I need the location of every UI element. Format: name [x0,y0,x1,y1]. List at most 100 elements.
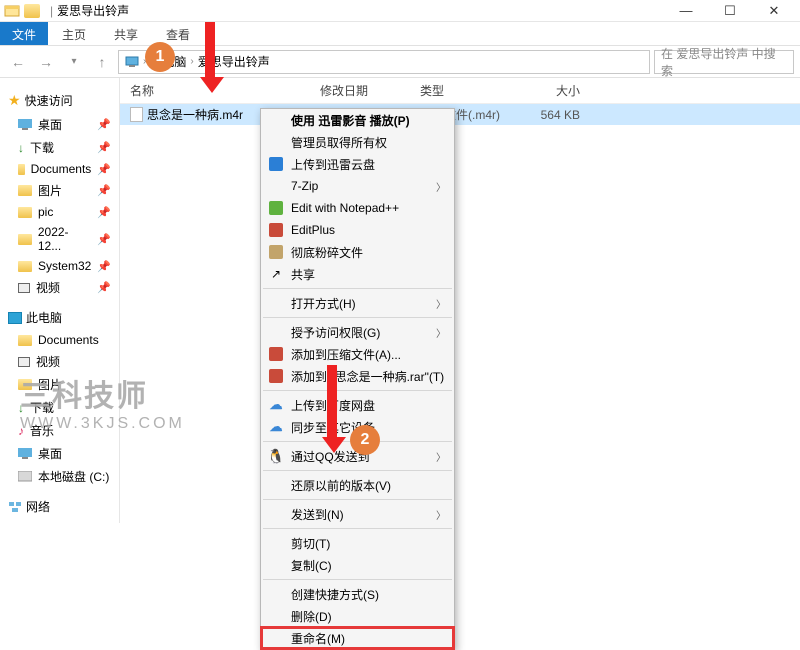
sidebar-pc-item[interactable]: 视频 [4,350,115,373]
context-menu-item[interactable]: ↗ 共享 [261,263,454,285]
context-menu-item[interactable]: 发送到(N) 〉 [261,503,454,525]
context-menu-item[interactable]: 打开方式(H) 〉 [261,292,454,314]
context-menu-item[interactable]: ☁ 上传到百度网盘 [261,394,454,416]
submenu-arrow-icon: 〉 [436,296,446,311]
notepadpp-icon [269,201,283,215]
submenu-arrow-icon: 〉 [436,449,446,464]
ribbon-file-tab[interactable]: 文件 [0,22,48,45]
folder-icon [18,207,32,218]
pc-icon [8,312,22,324]
ribbon: 文件 主页 共享 查看 [0,22,800,46]
pin-icon: 📌 [97,260,111,273]
nav-forward-button[interactable]: → [34,50,58,74]
context-menu-item[interactable]: 删除(D) [261,605,454,627]
sidebar-quick-item[interactable]: pic📌 [4,202,115,222]
context-menu-item[interactable]: 复制(C) [261,554,454,576]
ribbon-tab-home[interactable]: 主页 [48,22,100,45]
window-titlebar: | 爱思导出铃声 — ☐ ✕ [0,0,800,22]
sidebar-quick-item[interactable]: 2022-12...📌 [4,222,115,256]
pin-icon: 📌 [97,281,111,294]
folder-icon [18,185,32,196]
submenu-arrow-icon: 〉 [436,325,446,340]
nav-back-button[interactable]: ← [6,50,30,74]
context-menu-item[interactable]: 创建快捷方式(S) [261,583,454,605]
breadcrumb-2[interactable]: 爱思导出铃声 [198,53,270,70]
context-menu-item[interactable]: 7-Zip 〉 [261,175,454,197]
sidebar-thispc-header[interactable]: 此电脑 [8,309,115,326]
network-icon [8,501,22,513]
context-menu-item[interactable]: 管理员取得所有权 [261,131,454,153]
shred-icon [269,245,283,259]
nav-up-button[interactable]: ↑ [90,50,114,74]
sidebar-network-header[interactable]: 网络 [8,498,115,515]
sidebar-quick-item[interactable]: 图片📌 [4,179,115,202]
context-menu-item[interactable]: 使用 迅雷影音 播放(P) [261,109,454,131]
archive-icon [269,223,283,237]
context-menu-item[interactable]: 剪切(T) [261,532,454,554]
watermark: 三科技师 WWW.3KJS.COM [20,371,185,433]
address-bar-row: ← → ▾ ↑ › 此电脑 › 爱思导出铃声 在 爱思导出铃声 中搜索 [0,46,800,78]
archive-icon [269,347,283,361]
pin-icon: 📌 [97,141,111,154]
disk-icon [18,471,32,482]
maximize-button[interactable]: ☐ [708,0,752,22]
star-icon: ★ [8,92,21,109]
baidu-cloud-icon: ☁ [270,397,283,413]
menu-separator [263,528,452,529]
baidu-cloud-icon: ☁ [270,419,283,435]
folder-icon [18,164,25,175]
context-menu-item[interactable]: 彻底粉碎文件 [261,241,454,263]
sidebar-pc-item[interactable]: 本地磁盘 (C:) [4,465,115,488]
menu-separator [263,579,452,580]
xunlei-icon [269,157,283,171]
context-menu-item[interactable]: 重命名(M) [261,627,454,649]
sidebar-quick-item[interactable]: Documents📌 [4,159,115,179]
sidebar-pc-item[interactable]: 桌面 [4,442,115,465]
explorer-icon [4,3,20,19]
annotation-badge-1: 1 [145,42,175,72]
sidebar-quick-item[interactable]: ↓下载📌 [4,136,115,159]
file-size: 564 KB [510,108,580,122]
file-name: 思念是一种病.m4r [147,106,243,123]
context-menu-item[interactable]: Edit with Notepad++ [261,197,454,219]
sidebar-pc-item[interactable]: Documents [4,330,115,350]
context-menu-item[interactable]: 还原以前的版本(V) [261,474,454,496]
share-icon: ↗ [271,267,281,281]
window-title: 爱思导出铃声 [57,2,129,19]
context-menu-item[interactable]: 添加到 "思念是一种病.rar"(T) [261,365,454,387]
col-name[interactable]: 名称 [130,82,320,99]
col-date[interactable]: 修改日期 [320,82,420,99]
file-list-area: 名称 修改日期 类型 大小 思念是一种病.m4r 2022/9/20... 媒体… [120,78,800,523]
folder-icon [18,261,32,272]
qq-icon: 🐧 [267,448,284,465]
nav-history-button[interactable]: ▾ [62,50,86,74]
desktop-icon [18,448,32,459]
minimize-button[interactable]: — [664,0,708,22]
pc-crumb-icon [125,56,139,68]
address-bar[interactable]: › 此电脑 › 爱思导出铃声 [118,50,650,74]
sidebar-quick-item[interactable]: 视频📌 [4,276,115,299]
context-menu-item[interactable]: 上传到迅雷云盘 [261,153,454,175]
archive-icon [269,369,283,383]
context-menu-item[interactable]: 添加到压缩文件(A)... [261,343,454,365]
column-headers: 名称 修改日期 类型 大小 [120,78,800,104]
col-type[interactable]: 类型 [420,82,510,99]
context-menu-item[interactable]: EditPlus [261,219,454,241]
menu-separator [263,288,452,289]
folder-icon [18,234,32,245]
ribbon-tab-share[interactable]: 共享 [100,22,152,45]
context-menu-item[interactable]: 授予访问权限(G) 〉 [261,321,454,343]
download-icon: ↓ [18,141,24,155]
file-row-selected[interactable]: 思念是一种病.m4r 2022/9/20... 媒体文件(.m4r) 564 K… [120,104,800,125]
sidebar-quick-item[interactable]: 桌面📌 [4,113,115,136]
menu-separator [263,470,452,471]
sidebar-quick-item[interactable]: System32📌 [4,256,115,276]
close-button[interactable]: ✕ [752,0,796,22]
col-size[interactable]: 大小 [510,82,580,99]
folder-icon [24,4,40,18]
pin-icon: 📌 [97,118,111,131]
video-icon [18,283,30,293]
pin-icon: 📌 [97,184,111,197]
sidebar-quick-access-header[interactable]: ★ 快速访问 [8,92,115,109]
search-input[interactable]: 在 爱思导出铃声 中搜索 [654,50,794,74]
